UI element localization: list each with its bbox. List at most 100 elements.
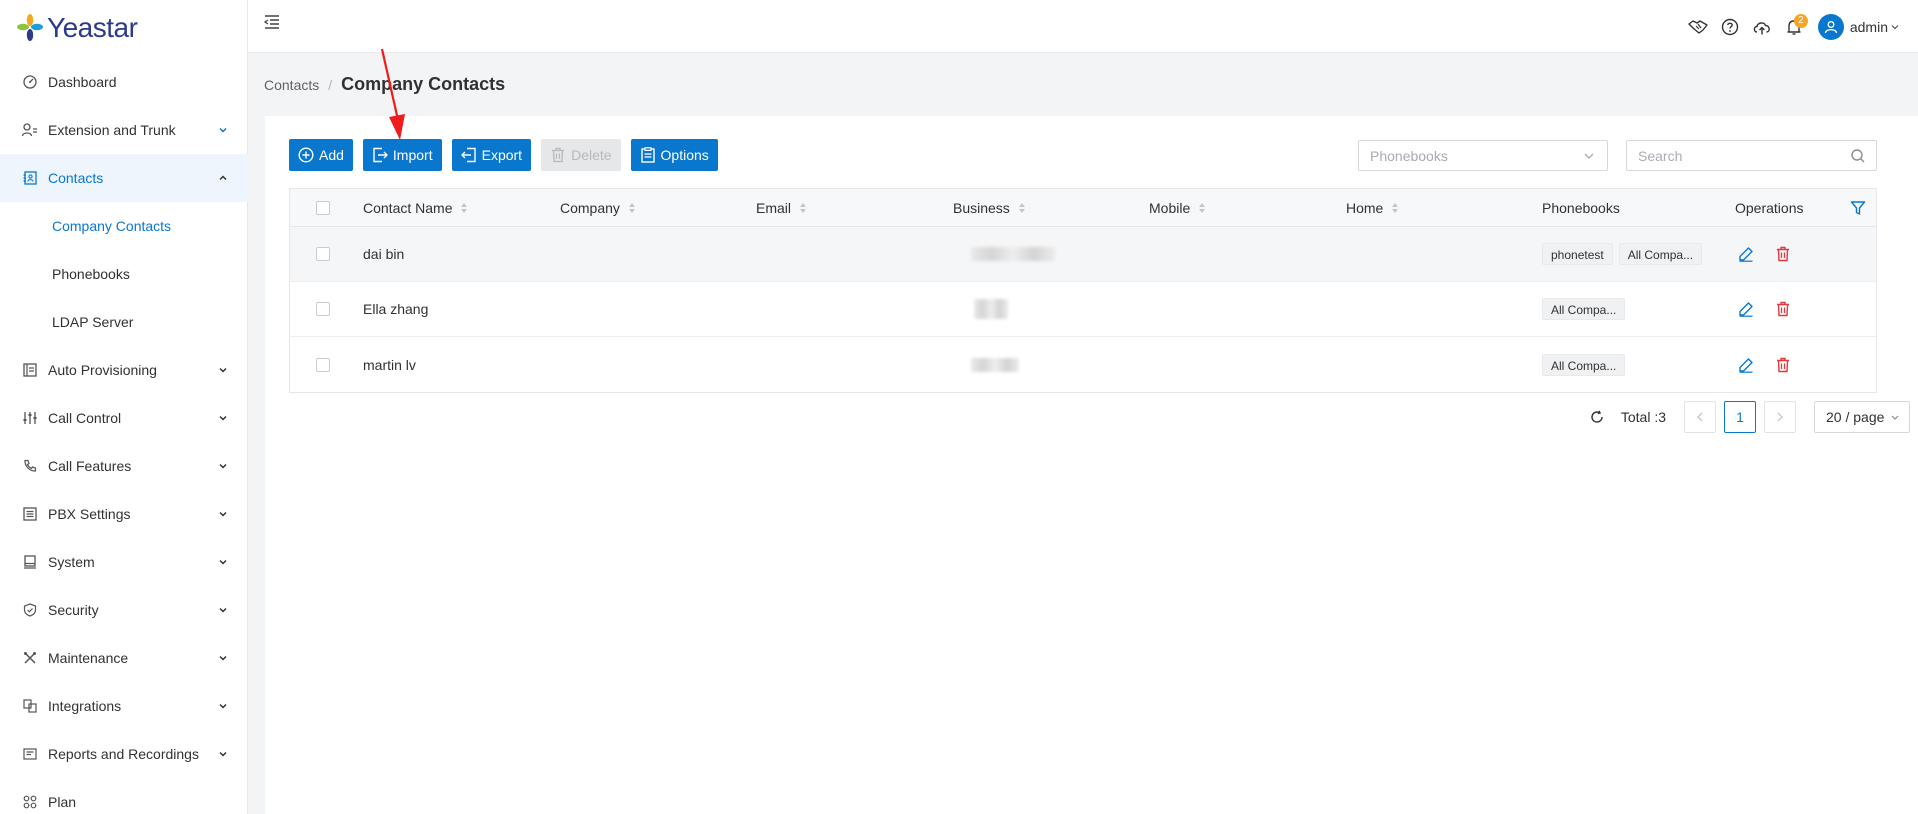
delete-icon[interactable] <box>1772 243 1794 265</box>
edit-icon[interactable] <box>1735 243 1757 265</box>
sort-icon[interactable] <box>628 202 636 214</box>
sidebar-item-label: Reports and Recordings <box>48 746 199 762</box>
sort-icon[interactable] <box>1018 202 1026 214</box>
chevron-left-icon <box>1697 412 1703 422</box>
cloud-upload-icon[interactable] <box>1746 11 1778 43</box>
sidebar-item-label: Extension and Trunk <box>48 122 176 138</box>
edit-icon[interactable] <box>1735 354 1757 376</box>
user-menu[interactable]: admin <box>1850 19 1900 35</box>
tools-icon <box>22 650 38 666</box>
sidebar-item-call-control[interactable]: Call Control <box>0 394 248 442</box>
next-page-button[interactable] <box>1764 401 1796 433</box>
options-button[interactable]: Options <box>630 139 718 171</box>
phone-icon <box>22 458 38 474</box>
column-header-label: Operations <box>1735 199 1804 216</box>
sidebar-item-extension-and-trunk[interactable]: Extension and Trunk <box>0 106 248 154</box>
edit-icon[interactable] <box>1735 298 1757 320</box>
import-button[interactable]: Import <box>362 139 442 171</box>
breadcrumb-separator: / <box>328 76 333 93</box>
reports-icon <box>22 746 38 762</box>
chevron-down-icon <box>219 127 227 133</box>
handshake-icon[interactable] <box>1682 11 1714 43</box>
column-header-phonebooks: Phonebooks <box>1542 189 1620 226</box>
sort-icon[interactable] <box>460 202 468 214</box>
sidebar-item-label: Call Control <box>48 410 122 426</box>
header-actions: 2 admin <box>1682 0 1918 53</box>
add-button[interactable]: Add <box>289 139 353 171</box>
redacted-business-number <box>974 299 1008 319</box>
column-header-contact-name[interactable]: Contact Name <box>363 189 468 226</box>
row-checkbox[interactable] <box>316 357 330 372</box>
sidebar-item-label: Maintenance <box>48 650 129 666</box>
row-checkbox[interactable] <box>316 247 330 261</box>
sidebar-item-plan[interactable]: Plan <box>0 778 248 814</box>
sidebar-item-call-features[interactable]: Call Features <box>0 442 248 490</box>
collapse-menu-icon[interactable] <box>262 12 282 32</box>
column-header-company[interactable]: Company <box>560 189 636 226</box>
table-row[interactable]: dai bin phonetest All Compa... <box>290 227 1876 282</box>
sidebar-item-label: Security <box>48 602 99 618</box>
search-box <box>1626 140 1877 171</box>
chevron-down-icon <box>1891 415 1899 420</box>
prev-page-button[interactable] <box>1684 401 1716 433</box>
sidebar-item-system[interactable]: System <box>0 538 248 586</box>
refresh-icon[interactable] <box>1587 407 1607 427</box>
page-number-button[interactable]: 1 <box>1724 401 1756 433</box>
column-header-label: Email <box>756 199 792 216</box>
sort-icon[interactable] <box>1198 202 1206 214</box>
sidebar-item-pbx-settings[interactable]: PBX Settings <box>0 490 248 538</box>
total-count: Total :3 <box>1620 409 1666 425</box>
chevron-down-icon <box>219 703 227 709</box>
export-icon <box>460 147 477 163</box>
phonebook-tag: All Compa... <box>1542 298 1626 320</box>
sidebar-item-auto-provisioning[interactable]: Auto Provisioning <box>0 346 248 394</box>
notification-bell-icon[interactable]: 2 <box>1778 11 1810 43</box>
sidebar-item-label: Integrations <box>48 698 122 714</box>
yeastar-logo[interactable]: Yeastar <box>15 10 138 46</box>
sidebar-subitem-phonebooks[interactable]: Phonebooks <box>0 250 248 298</box>
chevron-down-icon <box>219 559 227 565</box>
search-icon[interactable] <box>1850 148 1866 164</box>
table-row[interactable]: martin lv All Compa... <box>290 337 1876 392</box>
page-size-select[interactable]: 20 / page <box>1814 401 1910 433</box>
username: admin <box>1849 18 1888 35</box>
sidebar-item-reports-and-recordings[interactable]: Reports and Recordings <box>0 730 248 778</box>
contacts-table: Contact Name Company Email Business Mobi… <box>289 188 1877 393</box>
delete-button[interactable]: Delete <box>541 139 621 171</box>
chevron-up-icon <box>219 175 227 181</box>
column-filter-icon[interactable] <box>1850 189 1866 226</box>
chevron-down-icon <box>1891 24 1899 29</box>
breadcrumb-contacts-link[interactable]: Contacts <box>264 77 319 93</box>
plan-icon <box>22 794 38 810</box>
sort-icon[interactable] <box>1391 202 1399 214</box>
sidebar-item-label: Plan <box>48 794 77 810</box>
table-row[interactable]: Ella zhang All Compa... <box>290 282 1876 337</box>
sidebar-item-contacts[interactable]: Contacts <box>0 154 248 202</box>
delete-icon[interactable] <box>1772 298 1794 320</box>
sidebar: Yeastar Dashboard Extension and Trunk Co… <box>0 0 248 814</box>
column-header-email[interactable]: Email <box>756 189 807 226</box>
top-header: 2 admin <box>248 0 1918 53</box>
sidebar-item-label: Contacts <box>48 170 104 186</box>
sidebar-item-maintenance[interactable]: Maintenance <box>0 634 248 682</box>
sidebar-item-integrations[interactable]: Integrations <box>0 682 248 730</box>
delete-icon[interactable] <box>1772 354 1794 376</box>
column-header-label: Phonebooks <box>1542 199 1620 216</box>
select-all-checkbox[interactable] <box>316 200 330 215</box>
sidebar-item-security[interactable]: Security <box>0 586 248 634</box>
help-icon[interactable] <box>1714 11 1746 43</box>
search-input[interactable] <box>1627 141 1837 170</box>
phonebooks-select[interactable]: Phonebooks <box>1358 140 1608 171</box>
logo-text: Yeastar <box>47 12 138 43</box>
export-button[interactable]: Export <box>451 139 532 171</box>
sidebar-item-dashboard[interactable]: Dashboard <box>0 58 248 106</box>
sidebar-subitem-ldap-server[interactable]: LDAP Server <box>0 298 248 346</box>
row-checkbox[interactable] <box>316 302 330 316</box>
sort-icon[interactable] <box>799 202 807 214</box>
avatar[interactable] <box>1817 13 1844 40</box>
column-header-business[interactable]: Business <box>953 189 1026 226</box>
sidebar-subitem-company-contacts[interactable]: Company Contacts <box>0 202 248 250</box>
column-header-mobile[interactable]: Mobile <box>1149 189 1206 226</box>
column-header-home[interactable]: Home <box>1346 189 1399 226</box>
contacts-icon <box>22 170 38 186</box>
